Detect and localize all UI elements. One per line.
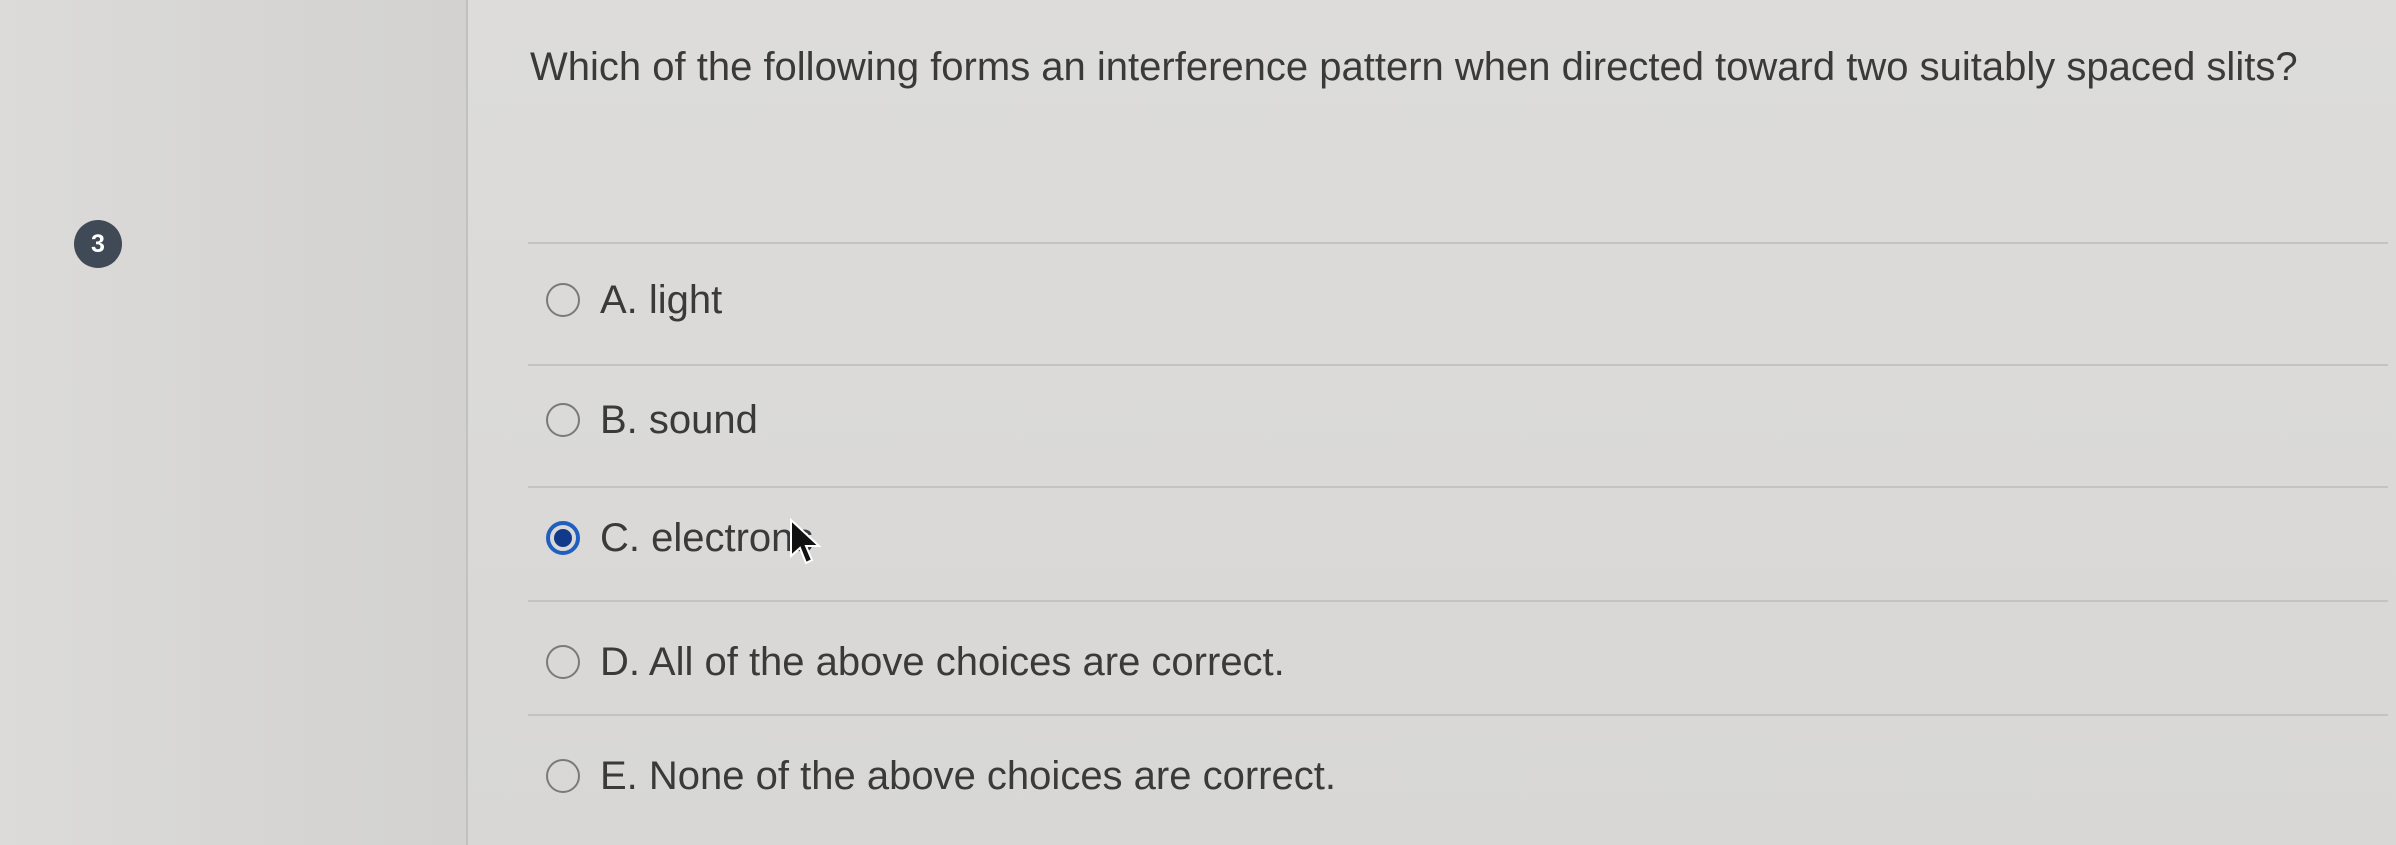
choice-a[interactable]: A. light	[546, 270, 722, 330]
choice-c[interactable]: C. electrons	[546, 508, 813, 568]
divider	[528, 486, 2388, 488]
choice-b[interactable]: B. sound	[546, 390, 758, 450]
divider	[528, 600, 2388, 602]
left-gutter	[0, 0, 468, 845]
choice-label: D. All of the above choices are correct.	[600, 639, 1285, 684]
choice-label: C. electrons	[600, 515, 814, 560]
choice-e[interactable]: E. None of the above choices are correct…	[546, 746, 1336, 806]
radio-button-selected[interactable]	[546, 521, 580, 555]
radio-button[interactable]	[546, 403, 580, 437]
divider	[528, 242, 2388, 244]
question-text: Which of the following forms an interfer…	[530, 45, 2298, 89]
radio-button[interactable]	[546, 645, 580, 679]
radio-button[interactable]	[546, 283, 580, 317]
radio-button[interactable]	[546, 759, 580, 793]
question-number-badge: 3	[74, 220, 122, 268]
choice-label: A. light	[600, 277, 723, 322]
choice-label: E. None of the above choices are correct…	[600, 753, 1336, 798]
divider	[528, 714, 2388, 716]
divider	[528, 364, 2388, 366]
mouse-pointer-icon	[790, 518, 822, 565]
choice-label: B. sound	[600, 397, 758, 442]
choice-d[interactable]: D. All of the above choices are correct.	[546, 632, 1285, 692]
